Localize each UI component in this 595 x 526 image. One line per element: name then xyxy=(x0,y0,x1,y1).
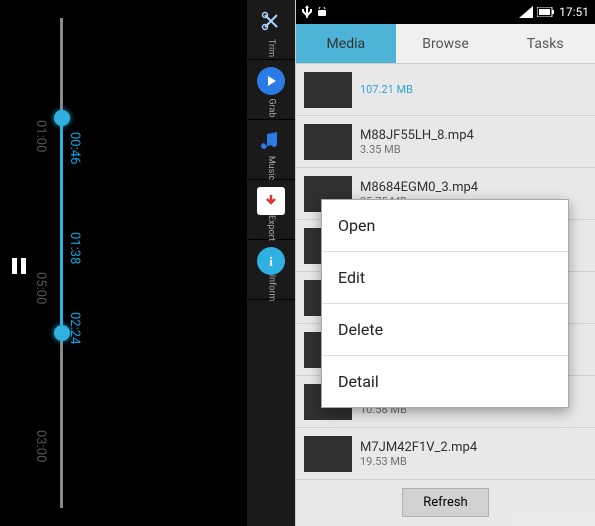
svg-text:i: i xyxy=(269,254,273,269)
tab-media[interactable]: Media xyxy=(296,24,396,63)
time-mark-mid: 01:38 xyxy=(67,232,82,264)
video-editor-panel: 01:00 00:46 01:38 05:00 02:24 03:00 Trim… xyxy=(0,0,295,526)
usb-icon xyxy=(302,5,312,19)
time-mark-muted-2: 05:00 xyxy=(33,272,48,304)
grab-icon xyxy=(257,67,285,95)
menu-delete[interactable]: Delete xyxy=(322,304,568,356)
tool-export[interactable]: Export xyxy=(247,180,295,240)
file-browser-panel: 17:51 Media Browse Tasks 107.21 MB M88JF… xyxy=(295,0,595,526)
timeline-selection[interactable] xyxy=(60,116,63,332)
time-mark-muted-3: 03:00 xyxy=(33,430,48,462)
tab-row: Media Browse Tasks xyxy=(296,24,595,64)
status-bar: 17:51 xyxy=(296,0,595,24)
battery-icon xyxy=(537,7,555,17)
status-time: 17:51 xyxy=(559,5,589,19)
time-mark-muted-1: 01:00 xyxy=(33,120,48,152)
music-icon xyxy=(257,127,285,155)
pause-icon[interactable] xyxy=(12,252,30,280)
time-mark-end: 02:24 xyxy=(67,312,82,344)
tool-sidebar: Trim Grab Music Export i Inform xyxy=(247,0,295,526)
context-menu: Open Edit Delete Detail xyxy=(321,199,569,408)
trim-handle-start[interactable] xyxy=(54,110,70,126)
menu-detail[interactable]: Detail xyxy=(322,356,568,407)
editor-stage: 01:00 00:46 01:38 05:00 02:24 03:00 xyxy=(0,0,247,526)
tab-browse[interactable]: Browse xyxy=(396,24,496,63)
export-icon xyxy=(257,187,285,215)
tool-inform[interactable]: i Inform xyxy=(247,240,295,300)
menu-open[interactable]: Open xyxy=(322,200,568,252)
tab-tasks[interactable]: Tasks xyxy=(495,24,595,63)
scissors-icon xyxy=(257,7,285,35)
tool-grab[interactable]: Grab xyxy=(247,60,295,120)
menu-edit[interactable]: Edit xyxy=(322,252,568,304)
signal-icon xyxy=(519,6,533,18)
android-icon xyxy=(316,6,328,18)
tool-music[interactable]: Music xyxy=(247,120,295,180)
file-list: 107.21 MB M88JF55LH_8.mp4 3.35 MB M8684E… xyxy=(296,64,595,526)
time-mark-start: 00:46 xyxy=(67,132,82,164)
tool-trim[interactable]: Trim xyxy=(247,0,295,60)
info-icon: i xyxy=(257,247,285,275)
